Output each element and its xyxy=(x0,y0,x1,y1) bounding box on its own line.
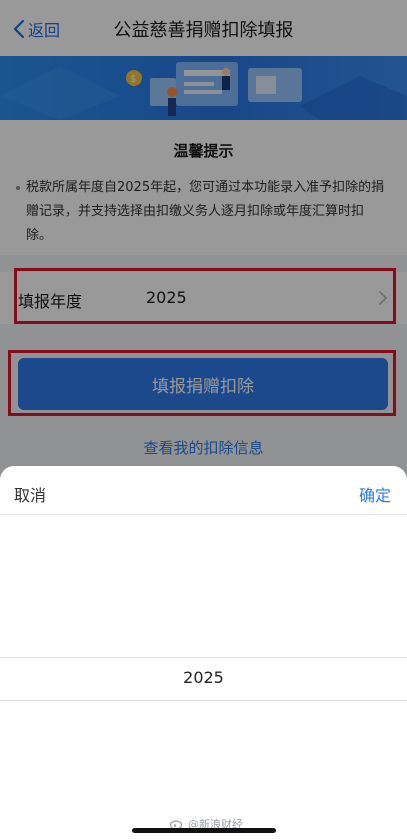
home-indicator[interactable] xyxy=(132,828,276,833)
picker-selection-line-top xyxy=(0,657,407,658)
sheet-divider xyxy=(0,514,407,515)
year-picker-sheet: 取消 确定 2025 xyxy=(0,466,407,839)
picker-selection-line-bottom xyxy=(0,700,407,701)
cancel-button[interactable]: 取消 xyxy=(14,482,46,506)
confirm-button[interactable]: 确定 xyxy=(359,482,391,506)
picker-selected-year[interactable]: 2025 xyxy=(0,668,407,687)
